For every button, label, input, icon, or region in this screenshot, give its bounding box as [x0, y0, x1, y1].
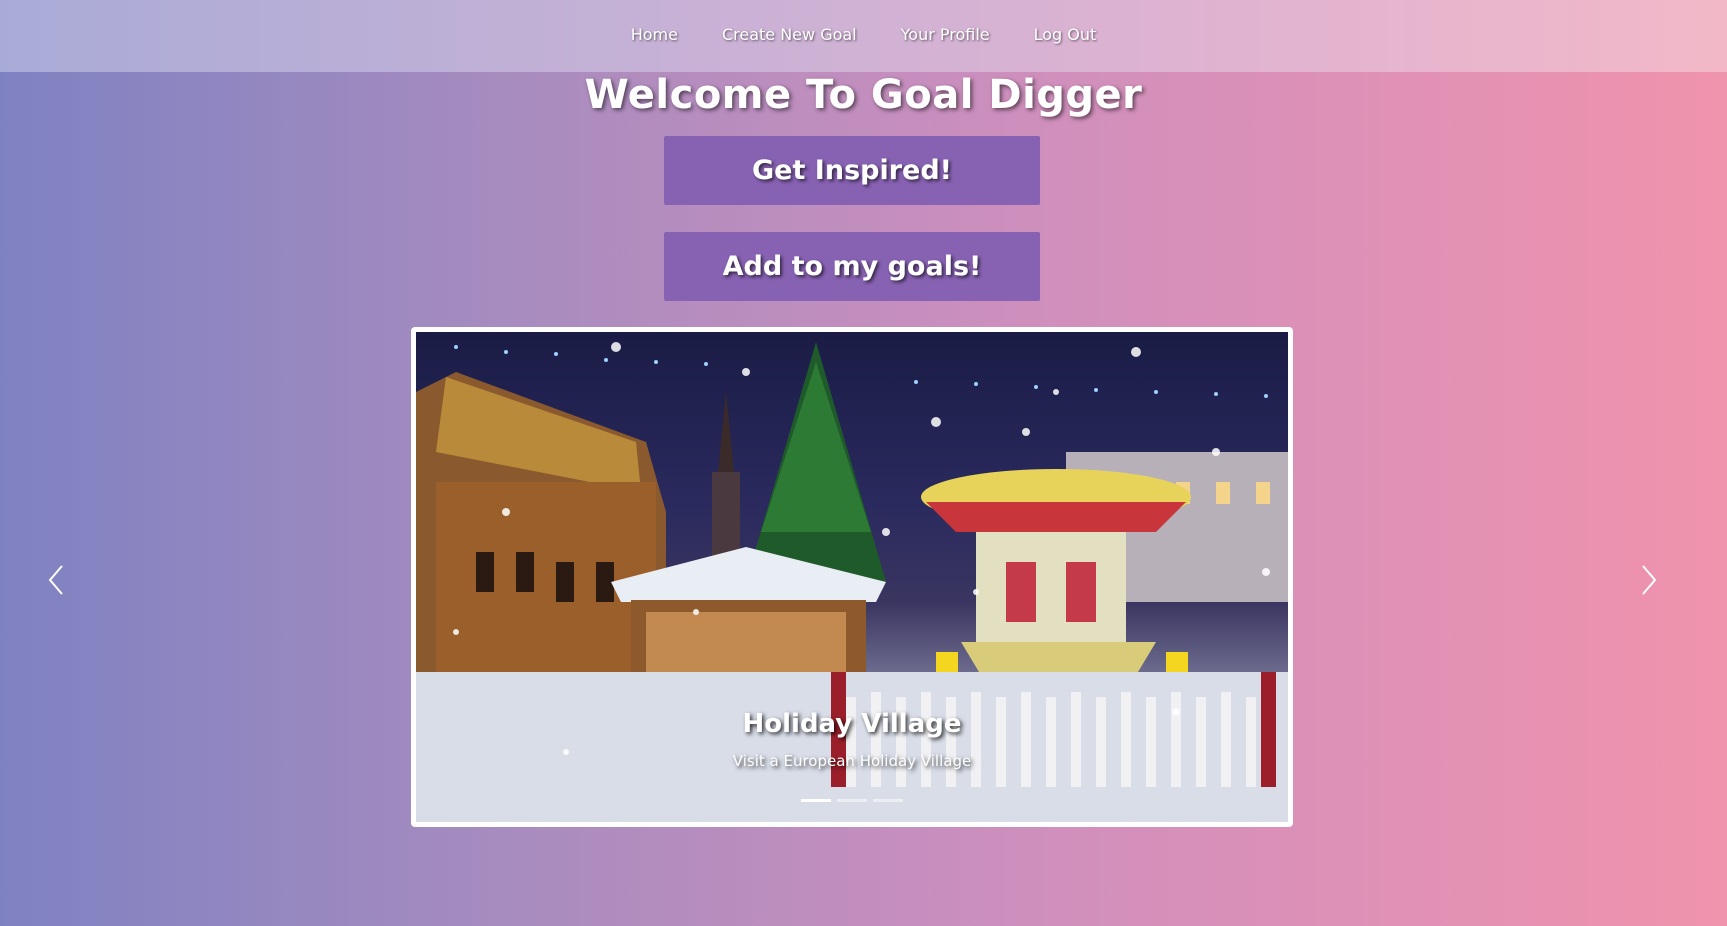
carousel-caption-title: Holiday Village — [742, 709, 962, 739]
nav-create-goal-link[interactable]: Create New Goal — [700, 25, 879, 44]
nav-logout-link[interactable]: Log Out — [1012, 25, 1119, 44]
carousel-indicator-1[interactable] — [801, 799, 831, 802]
carousel-next-button[interactable] — [1633, 560, 1663, 600]
carousel-indicator-3[interactable] — [873, 799, 903, 802]
top-navbar: Home Create New Goal Your Profile Log Ou… — [0, 0, 1727, 72]
nav-home-link[interactable]: Home — [609, 25, 700, 44]
carousel: Holiday Village Visit a European Holiday… — [411, 327, 1293, 827]
add-to-goals-button[interactable]: Add to my goals! — [664, 232, 1040, 301]
nav-profile-link[interactable]: Your Profile — [879, 25, 1012, 44]
carousel-indicators — [416, 799, 1288, 802]
carousel-caption-subtitle: Visit a European Holiday Village — [732, 752, 972, 770]
carousel-prev-button[interactable] — [42, 560, 72, 600]
holiday-village-illustration — [416, 342, 1288, 822]
chevron-right-icon — [1642, 565, 1657, 595]
carousel-slide-image: Holiday Village Visit a European Holiday… — [416, 332, 1288, 822]
carousel-indicator-2[interactable] — [837, 799, 867, 802]
get-inspired-button[interactable]: Get Inspired! — [664, 136, 1040, 205]
chevron-left-icon — [48, 565, 63, 595]
page-title: Welcome To Goal Digger — [584, 72, 1143, 118]
